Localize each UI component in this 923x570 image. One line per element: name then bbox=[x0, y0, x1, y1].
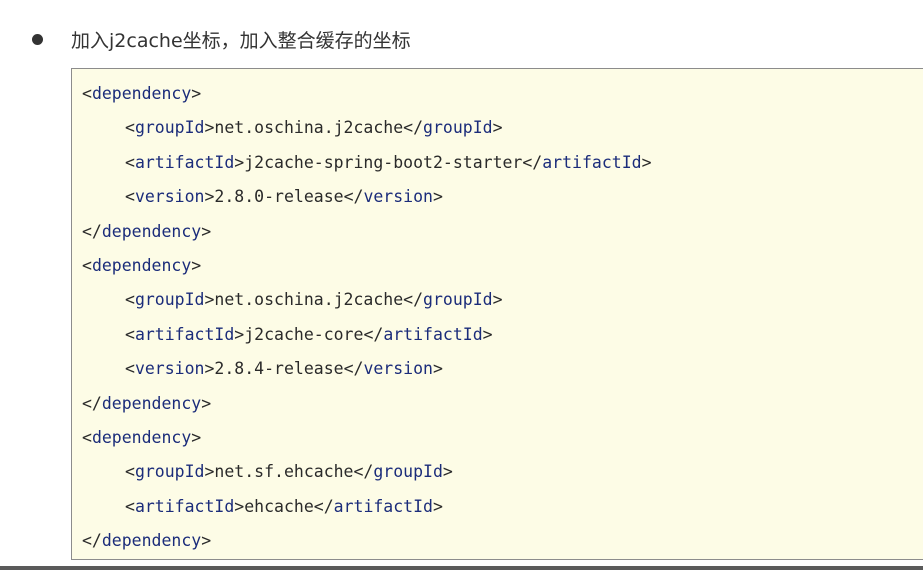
code-punctuation: < bbox=[125, 496, 135, 516]
code-tag-name: dependency bbox=[91, 255, 192, 275]
bullet-text: 加入j2cache坐标，加入整合缓存的坐标 bbox=[71, 29, 411, 52]
code-line: <dependency> bbox=[82, 426, 923, 460]
code-tag-value: net.oschina.j2cache bbox=[214, 118, 404, 138]
code-line: <artifactId>j2cache-spring-boot2-starter… bbox=[82, 151, 923, 185]
code-punctuation: > bbox=[191, 255, 202, 275]
code-tag-value: 2.8.0-release bbox=[214, 187, 344, 207]
code-punctuation: < bbox=[125, 290, 135, 310]
code-tag-value: ehcache bbox=[244, 496, 314, 516]
code-line: <dependency> bbox=[82, 254, 923, 288]
code-punctuation: > bbox=[234, 324, 245, 344]
bullet-list-item: 加入j2cache坐标，加入整合缓存的坐标 bbox=[32, 24, 411, 54]
code-line: <artifactId>ehcache</artifactId> bbox=[82, 495, 923, 529]
code-punctuation: > bbox=[201, 393, 212, 413]
code-punctuation: > bbox=[201, 531, 212, 551]
code-punctuation: < bbox=[82, 427, 92, 447]
code-punctuation: </ bbox=[82, 531, 102, 551]
code-punctuation: </ bbox=[343, 359, 364, 379]
code-line: <groupId>net.sf.ehcache</groupId> bbox=[82, 460, 923, 494]
code-line: </dependency> bbox=[82, 220, 923, 254]
code-punctuation: </ bbox=[82, 393, 102, 413]
code-tag-name: artifactId bbox=[542, 152, 642, 172]
code-punctuation: < bbox=[125, 187, 135, 207]
code-tag-name: groupId bbox=[423, 118, 493, 138]
code-punctuation: > bbox=[191, 84, 202, 103]
code-tag-name: groupId bbox=[134, 290, 205, 310]
code-punctuation: > bbox=[492, 118, 503, 138]
code-punctuation: < bbox=[82, 84, 92, 103]
code-punctuation: > bbox=[442, 462, 453, 482]
code-punctuation: </ bbox=[82, 221, 102, 241]
code-punctuation: > bbox=[191, 427, 202, 447]
code-block: <dependency> <groupId>net.oschina.j2cache… bbox=[71, 68, 923, 560]
code-line: </dependency> bbox=[82, 529, 923, 563]
code-punctuation: < bbox=[125, 324, 135, 344]
code-tag-value: net.oschina.j2cache bbox=[214, 290, 404, 310]
code-punctuation: </ bbox=[353, 462, 374, 482]
code-line: <version>2.8.4-release</version> bbox=[82, 357, 923, 391]
code-tag-name: groupId bbox=[134, 118, 205, 138]
code-punctuation: > bbox=[204, 118, 215, 138]
code-tag-value: 2.8.4-release bbox=[214, 359, 344, 379]
code-tag-name: artifactId bbox=[134, 496, 235, 516]
code-tag-name: version bbox=[134, 359, 205, 379]
code-line: <artifactId>j2cache-core</artifactId> bbox=[82, 323, 923, 357]
code-tag-name: dependency bbox=[101, 531, 202, 551]
code-tag-name: groupId bbox=[423, 290, 493, 310]
code-punctuation: > bbox=[204, 290, 215, 310]
bottom-divider bbox=[0, 566, 923, 570]
code-tag-name: dependency bbox=[91, 427, 192, 447]
code-punctuation: > bbox=[432, 359, 443, 379]
code-punctuation: < bbox=[125, 462, 135, 482]
code-line: <groupId>net.oschina.j2cache</groupId> bbox=[82, 116, 923, 150]
code-punctuation: < bbox=[125, 152, 135, 172]
code-tag-name: dependency bbox=[101, 221, 202, 241]
code-punctuation: </ bbox=[363, 324, 384, 344]
code-punctuation: > bbox=[234, 152, 245, 172]
code-punctuation: > bbox=[492, 290, 503, 310]
code-punctuation: </ bbox=[343, 187, 364, 207]
code-tag-name: artifactId bbox=[134, 324, 235, 344]
code-punctuation: </ bbox=[403, 118, 424, 138]
code-tag-name: version bbox=[134, 187, 205, 207]
code-punctuation: < bbox=[82, 255, 92, 275]
code-punctuation: < bbox=[125, 118, 135, 138]
code-tag-name: groupId bbox=[134, 462, 205, 482]
code-line: <groupId>net.oschina.j2cache</groupId> bbox=[82, 288, 923, 322]
code-punctuation: > bbox=[641, 152, 652, 172]
code-punctuation: </ bbox=[313, 496, 334, 516]
code-punctuation: < bbox=[125, 359, 135, 379]
code-punctuation: > bbox=[432, 496, 443, 516]
code-tag-name: artifactId bbox=[383, 324, 483, 344]
code-tag-name: groupId bbox=[373, 462, 443, 482]
code-punctuation: > bbox=[201, 221, 212, 241]
code-tag-value: j2cache-spring-boot2-starter bbox=[244, 152, 523, 172]
code-line: <version>2.8.0-release</version> bbox=[82, 185, 923, 219]
code-punctuation: > bbox=[234, 496, 245, 516]
code-punctuation: > bbox=[204, 187, 215, 207]
code-punctuation: </ bbox=[403, 290, 424, 310]
code-tag-name: dependency bbox=[91, 84, 192, 103]
code-tag-name: artifactId bbox=[134, 152, 235, 172]
code-tag-name: version bbox=[363, 359, 433, 379]
code-line: <dependency> bbox=[82, 82, 923, 116]
bullet-dot-icon bbox=[32, 33, 43, 45]
code-punctuation: > bbox=[432, 187, 443, 207]
code-tag-name: version bbox=[363, 187, 433, 207]
code-tag-name: artifactId bbox=[333, 496, 433, 516]
code-punctuation: > bbox=[204, 462, 215, 482]
code-punctuation: </ bbox=[522, 152, 543, 172]
code-tag-value: net.sf.ehcache bbox=[214, 462, 354, 482]
code-tag-value: j2cache-core bbox=[244, 324, 364, 344]
code-line: </dependency> bbox=[82, 392, 923, 426]
code-punctuation: > bbox=[204, 359, 215, 379]
code-tag-name: dependency bbox=[101, 393, 202, 413]
code-punctuation: > bbox=[482, 324, 493, 344]
